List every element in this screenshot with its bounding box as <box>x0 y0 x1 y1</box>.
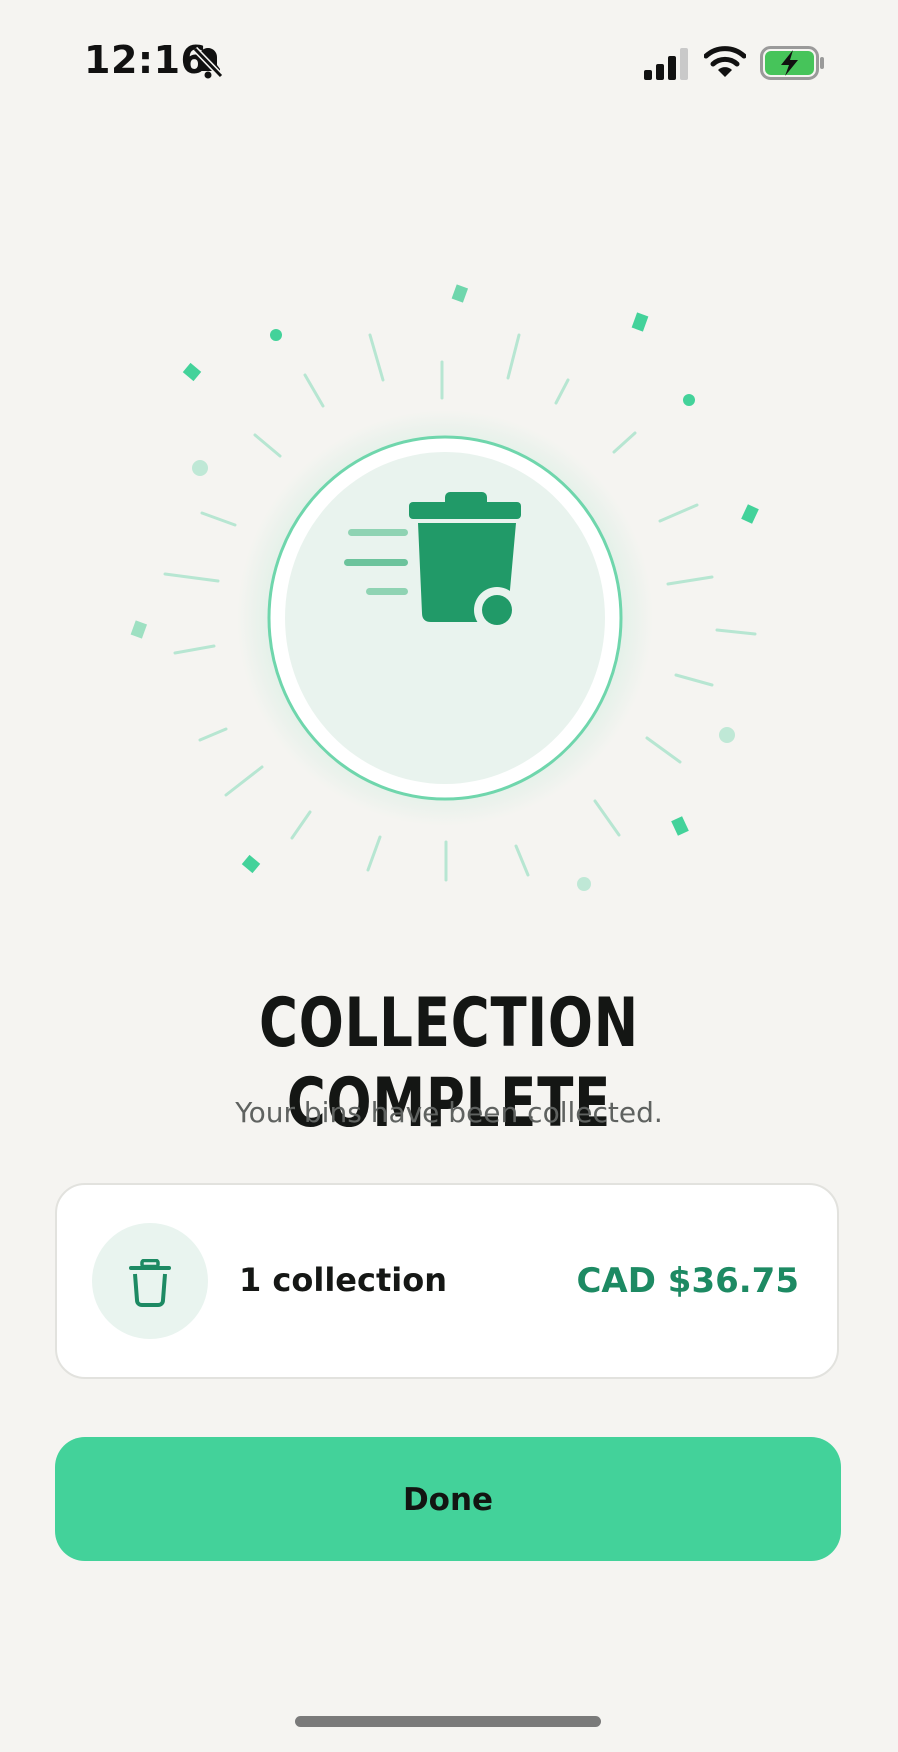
page-subtitle: Your bins have been collected. <box>235 1096 663 1129</box>
trash-icon <box>129 1259 171 1307</box>
success-illustration <box>0 270 898 900</box>
collection-summary-card: 1 collection CAD $36.75 <box>55 1183 839 1379</box>
wifi-icon <box>704 46 746 77</box>
signal-icon <box>644 48 688 80</box>
done-button[interactable]: Done <box>55 1437 841 1561</box>
battery-charging-icon <box>760 46 824 80</box>
status-time: 12:16 <box>84 38 208 82</box>
home-indicator[interactable] <box>295 1716 601 1727</box>
status-bar: 12:16 <box>0 0 898 120</box>
collection-price: CAD $36.75 <box>576 1261 799 1301</box>
trash-icon-badge <box>92 1223 208 1339</box>
bell-off-icon <box>192 46 224 79</box>
collection-count: 1 collection <box>239 1261 447 1299</box>
